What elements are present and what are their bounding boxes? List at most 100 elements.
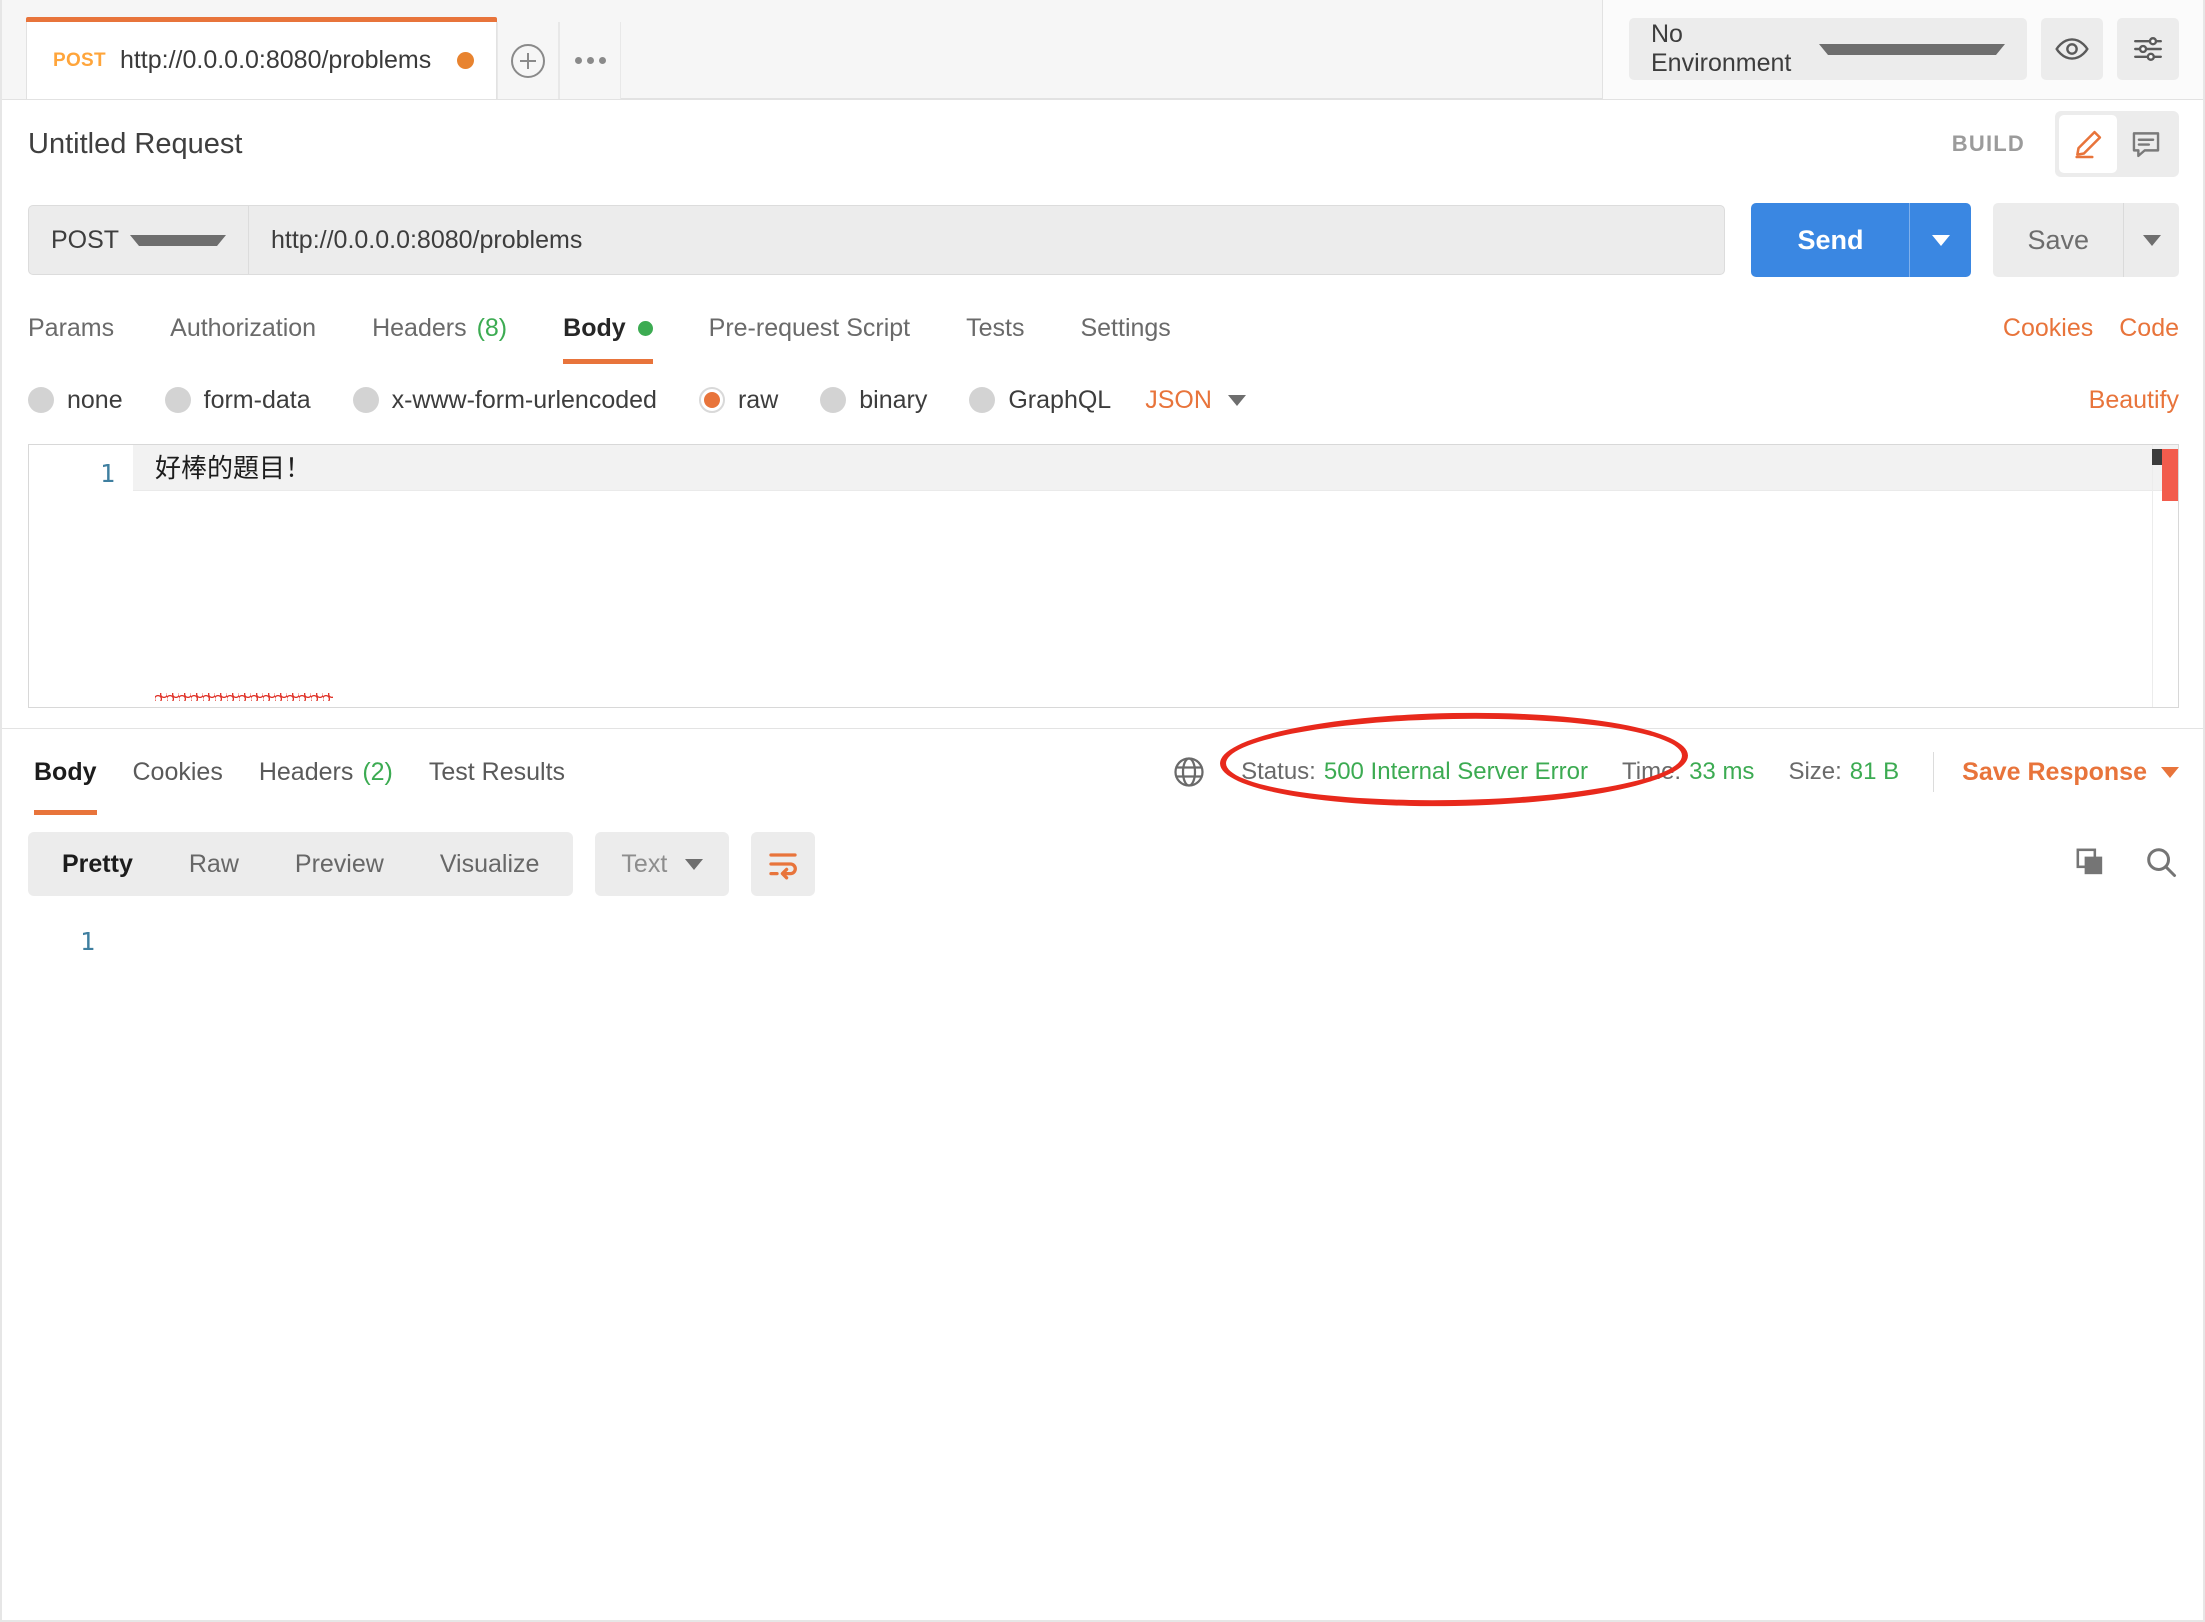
- beautify-link[interactable]: Beautify: [2089, 386, 2179, 414]
- body-type-raw-label: raw: [737, 385, 779, 414]
- size-label: Size:: [1788, 758, 1842, 785]
- page-title: Untitled Request: [28, 127, 243, 160]
- unsaved-changes-dot: [457, 52, 475, 69]
- radio-selected-icon: [698, 387, 725, 413]
- radio-icon: [352, 387, 379, 413]
- postman-window: POST http://0.0.0.0:8080/problems No Env…: [0, 0, 2205, 1622]
- cookies-link[interactable]: Cookies: [2003, 314, 2093, 343]
- body-type-none[interactable]: none: [28, 386, 123, 415]
- save-options-button[interactable]: [2123, 203, 2179, 277]
- body-type-urlencoded[interactable]: x-www-form-urlencoded: [352, 385, 657, 415]
- http-method-select[interactable]: POST: [28, 205, 248, 275]
- response-view-raw[interactable]: Raw: [161, 832, 267, 896]
- send-button[interactable]: Send: [1751, 203, 1910, 277]
- request-body-editor[interactable]: 1 好棒的題目！: [28, 444, 2179, 708]
- editor-error-marker: [2162, 449, 2178, 501]
- body-type-raw[interactable]: raw: [698, 385, 779, 415]
- edit-mode-button[interactable]: [2059, 115, 2117, 173]
- body-format-select[interactable]: JSON: [1145, 386, 1246, 415]
- new-tab-button[interactable]: [497, 22, 560, 99]
- response-tabs: Body Cookies Headers (2) Test Results: [2, 729, 583, 815]
- tab-pre-request-script[interactable]: Pre-request Script: [709, 292, 910, 364]
- status-value: 500 Internal Server Error: [1323, 758, 1588, 785]
- body-type-urlencoded-label: x-www-form-urlencoded: [391, 385, 657, 414]
- editor-line-number: 1: [99, 459, 115, 488]
- code-link[interactable]: Code: [2119, 314, 2179, 343]
- tab-headers-count: (8): [476, 313, 508, 342]
- http-method-value: POST: [51, 225, 120, 254]
- body-type-form-data[interactable]: form-data: [164, 386, 311, 415]
- editor-line-1[interactable]: 好棒的題目！: [133, 445, 2178, 701]
- chevron-down-icon: [685, 858, 704, 870]
- response-body-viewer[interactable]: 1: [2, 913, 2203, 1533]
- tab-options-button[interactable]: [559, 22, 622, 99]
- tab-tests[interactable]: Tests: [966, 292, 1024, 364]
- save-group: Save: [1993, 203, 2179, 277]
- time-label: Time:: [1621, 758, 1682, 785]
- body-type-graphql[interactable]: GraphQL: [969, 386, 1111, 415]
- request-tab-url: http://0.0.0.0:8080/problems: [119, 46, 432, 74]
- build-mode-group: [2055, 111, 2179, 177]
- response-status-strip: Status: 500 Internal Server Error Time: 33…: [1171, 752, 2179, 792]
- body-type-graphql-label: GraphQL: [1008, 385, 1112, 414]
- pencil-icon: [2075, 130, 2102, 159]
- send-options-button[interactable]: [1909, 203, 1972, 277]
- environment-quick-look-button[interactable]: [2041, 18, 2103, 80]
- tab-tests-label: Tests: [966, 313, 1025, 342]
- chevron-down-icon: [1227, 394, 1246, 406]
- response-tab-test-results[interactable]: Test Results: [429, 729, 565, 815]
- radio-icon: [820, 387, 847, 413]
- tab-authorization[interactable]: Authorization: [170, 292, 316, 364]
- response-tab-body[interactable]: Body: [34, 729, 97, 815]
- size-value: 81 B: [1849, 758, 1900, 785]
- tab-body[interactable]: Body: [563, 292, 653, 364]
- tab-body-label: Body: [563, 313, 626, 342]
- response-view-preview[interactable]: Preview: [267, 832, 412, 896]
- build-label: BUILD: [1951, 131, 2025, 156]
- body-type-binary-label: binary: [859, 385, 928, 414]
- search-button[interactable]: [2143, 844, 2179, 885]
- radio-icon: [28, 387, 54, 413]
- tab-params[interactable]: Params: [28, 292, 114, 364]
- response-view-pretty[interactable]: Pretty: [34, 832, 161, 896]
- body-present-dot-icon: [637, 320, 653, 336]
- url-input[interactable]: http://0.0.0.0:8080/problems: [248, 205, 1726, 275]
- editor-content[interactable]: 好棒的題目！: [133, 445, 2178, 707]
- response-tab-headers-label: Headers: [258, 757, 354, 786]
- editor-gutter: 1: [29, 445, 133, 707]
- response-view-visualize[interactable]: Visualize: [412, 832, 568, 896]
- send-group: Send: [1751, 203, 1972, 277]
- save-button[interactable]: Save: [1993, 203, 2123, 277]
- tab-params-label: Params: [28, 313, 115, 342]
- chevron-down-icon: [1819, 43, 2005, 55]
- response-view-raw-label: Raw: [188, 849, 239, 878]
- eye-icon: [2055, 38, 2089, 60]
- response-format-value: Text: [621, 849, 668, 878]
- environment-select[interactable]: No Environment: [1629, 18, 2027, 80]
- globe-icon: [1174, 757, 1204, 787]
- word-wrap-button[interactable]: [751, 832, 816, 896]
- save-response-button[interactable]: Save Response: [1962, 758, 2179, 787]
- size-stat: Size: 81 B: [1788, 758, 1899, 786]
- response-view-preview-label: Preview: [294, 849, 384, 878]
- response-format-select[interactable]: Text: [595, 832, 730, 896]
- tab-settings-label: Settings: [1080, 313, 1171, 342]
- response-tab-headers[interactable]: Headers (2): [259, 729, 393, 815]
- editor-line-1-text: 好棒的題目！: [155, 454, 312, 484]
- request-tab-post-problems[interactable]: POST http://0.0.0.0:8080/problems: [26, 17, 498, 99]
- response-tab-cookies[interactable]: Cookies: [133, 729, 223, 815]
- tab-headers[interactable]: Headers (8): [372, 292, 507, 364]
- time-stat: Time: 33 ms: [1622, 758, 1754, 786]
- copy-button[interactable]: [2073, 845, 2107, 884]
- ellipsis-icon: [574, 57, 606, 64]
- body-type-binary[interactable]: binary: [820, 386, 927, 415]
- environment-settings-button[interactable]: [2117, 18, 2179, 80]
- radio-icon: [969, 387, 996, 413]
- tab-bar: POST http://0.0.0.0:8080/problems No Env…: [2, 0, 2203, 100]
- comments-button[interactable]: [2117, 115, 2175, 173]
- radio-icon: [164, 387, 191, 413]
- chevron-down-icon: [2161, 766, 2179, 778]
- response-tab-cookies-label: Cookies: [132, 757, 223, 786]
- time-value: 33 ms: [1689, 758, 1755, 785]
- tab-settings[interactable]: Settings: [1080, 292, 1170, 364]
